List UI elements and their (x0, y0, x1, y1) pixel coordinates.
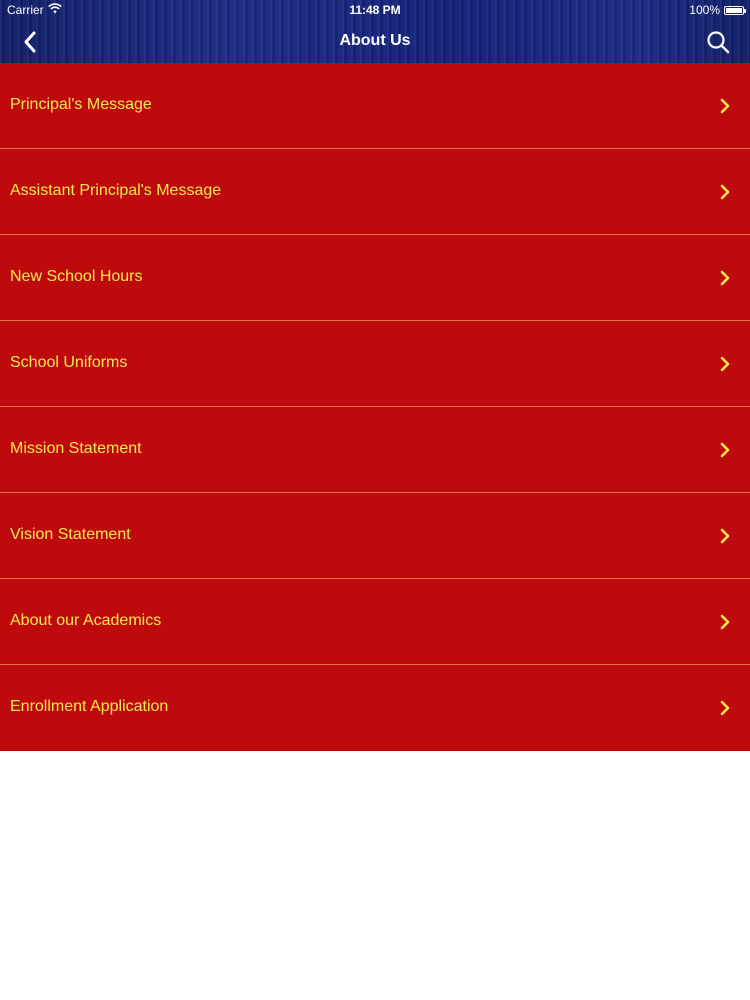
page-title: About Us (339, 32, 411, 49)
status-bar: Carrier 11:48 PM 100% (0, 0, 750, 21)
chevron-right-icon (720, 184, 730, 200)
chevron-right-icon (720, 98, 730, 114)
menu-item-label: Principal's Message (10, 96, 152, 113)
search-icon (707, 31, 730, 54)
navigation-bar: About Us (0, 21, 750, 63)
chevron-right-icon (720, 270, 730, 286)
menu-item-vision-statement[interactable]: Vision Statement (0, 493, 750, 579)
menu-item-label: Mission Statement (10, 440, 142, 457)
menu-item-label: Vision Statement (10, 526, 131, 543)
battery-level-fill (726, 7, 742, 13)
chevron-right-icon (720, 700, 730, 716)
menu-item-assistant-principals-message[interactable]: Assistant Principal's Message (0, 149, 750, 235)
status-time: 11:48 PM (349, 3, 401, 17)
about-us-menu: Principal's Message Assistant Principal'… (0, 63, 750, 751)
battery-percent: 100% (689, 3, 720, 17)
chevron-right-icon (720, 442, 730, 458)
chevron-right-icon (720, 614, 730, 630)
menu-item-label: School Uniforms (10, 354, 128, 371)
chevron-right-icon (720, 356, 730, 372)
menu-item-new-school-hours[interactable]: New School Hours (0, 235, 750, 321)
top-bar: Carrier 11:48 PM 100% About Us (0, 0, 750, 63)
menu-item-mission-statement[interactable]: Mission Statement (0, 407, 750, 493)
app-screen: Carrier 11:48 PM 100% About Us Principal… (0, 0, 750, 1000)
menu-item-label: Enrollment Application (10, 698, 169, 715)
search-button[interactable] (702, 27, 734, 57)
menu-item-label: New School Hours (10, 268, 143, 285)
battery-icon (724, 5, 746, 15)
menu-item-about-our-academics[interactable]: About our Academics (0, 579, 750, 665)
battery-indicator: 100% (689, 3, 746, 17)
menu-item-principals-message[interactable]: Principal's Message (0, 63, 750, 149)
menu-item-label: Assistant Principal's Message (10, 182, 222, 199)
chevron-right-icon (720, 528, 730, 544)
menu-item-enrollment-application[interactable]: Enrollment Application (0, 665, 750, 751)
menu-item-label: About our Academics (10, 612, 162, 629)
menu-item-school-uniforms[interactable]: School Uniforms (0, 321, 750, 407)
